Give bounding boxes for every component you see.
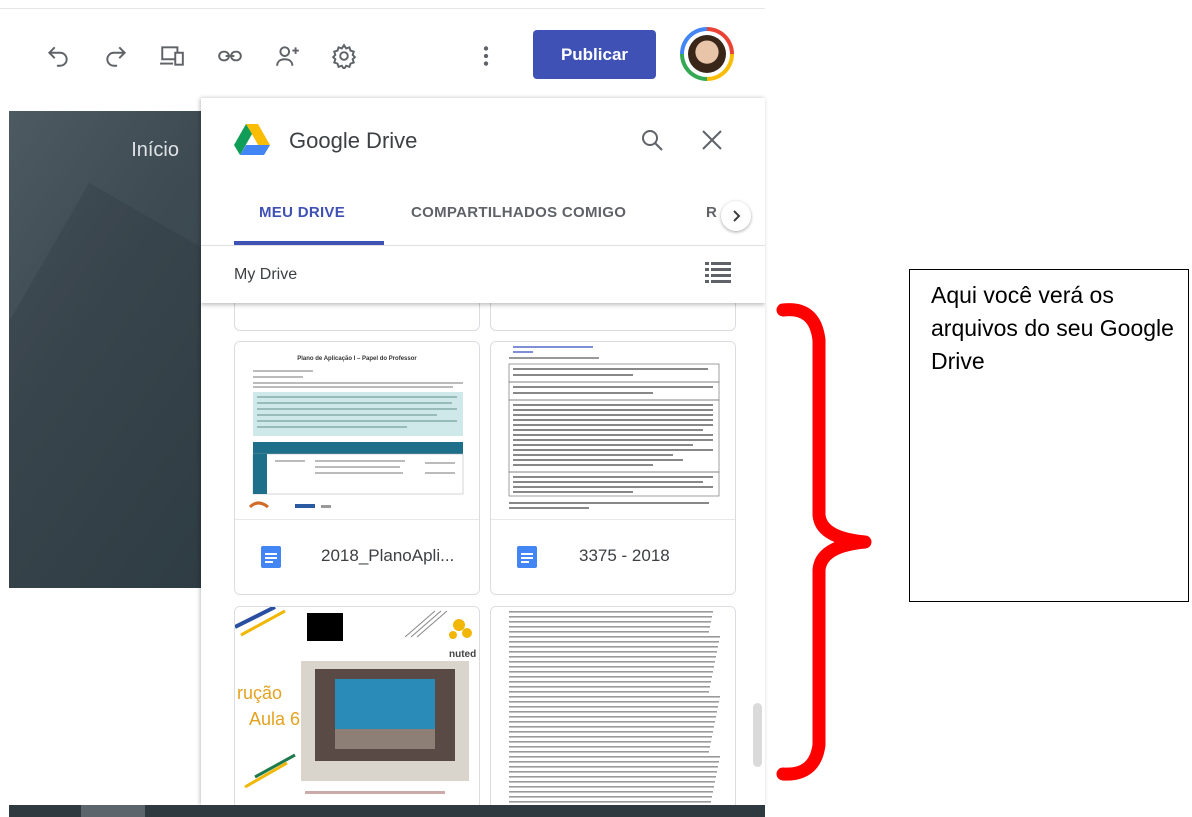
file-card[interactable]: nuted rução Aula 6 <box>234 606 480 805</box>
annotation-brace <box>776 303 872 781</box>
tabs-divider <box>201 245 765 246</box>
link-icon[interactable] <box>212 38 248 74</box>
thumb-text-2: Aula 6 <box>249 709 300 729</box>
google-drive-panel: Google Drive MEU DRIVE COMPARTILHADOS CO… <box>201 98 765 805</box>
annotation-callout: Aqui você verá os arquivos do seu Google… <box>909 269 1189 602</box>
google-docs-icon <box>261 546 281 568</box>
editor-toolbar: Publicar <box>0 0 765 100</box>
drive-panel-header: Google Drive MEU DRIVE COMPARTILHADOS CO… <box>201 98 765 303</box>
dense-document-preview <box>509 611 720 803</box>
file-thumbnail: nuted rução Aula 6 <box>235 607 479 805</box>
nav-item-inicio[interactable]: Início <box>131 139 179 162</box>
thumb-text-1: rução <box>237 683 282 703</box>
file-thumbnail <box>491 607 735 805</box>
file-thumbnail: Plano de Aplicação I – Papel do Professo… <box>235 342 479 520</box>
file-card-footer: 2018_PlanoApli... <box>235 519 479 594</box>
file-card[interactable] <box>490 606 736 805</box>
more-vert-icon[interactable] <box>468 38 504 74</box>
tab-meu-drive[interactable]: MEU DRIVE <box>259 204 345 221</box>
file-name: 3375 - 2018 <box>579 546 670 565</box>
file-thumbnail <box>491 342 735 520</box>
scrollbar[interactable] <box>753 703 762 767</box>
site-preview-background: Início <box>9 111 201 588</box>
tab-compartilhados-comigo[interactable]: COMPARTILHADOS COMIGO <box>411 204 626 221</box>
bottom-bar <box>9 805 765 817</box>
search-icon[interactable] <box>636 124 668 156</box>
avatar[interactable] <box>680 27 734 81</box>
google-drive-logo-icon <box>234 124 270 155</box>
file-grid: Plano de Aplicação I – Papel do Professo… <box>201 283 765 805</box>
thumb-title: Plano de Aplicação I – Papel do Professo… <box>297 356 417 362</box>
redo-icon[interactable] <box>98 38 134 74</box>
list-view-icon[interactable] <box>705 261 731 283</box>
file-card[interactable]: Plano de Aplicação I – Papel do Professo… <box>234 341 480 595</box>
annotation-text: Aqui você verá os arquivos do seu Google… <box>931 282 1174 374</box>
breadcrumb: My Drive <box>234 266 298 283</box>
preview-devices-icon[interactable] <box>154 38 190 74</box>
undo-icon[interactable] <box>40 38 76 74</box>
tab-third-partial[interactable]: R <box>706 204 717 221</box>
close-icon[interactable] <box>696 124 728 156</box>
chevron-right-icon <box>733 210 741 222</box>
add-person-icon[interactable] <box>270 38 306 74</box>
file-card[interactable]: 3375 - 2018 <box>490 341 736 595</box>
toolbar-top-divider <box>0 8 765 9</box>
file-name: 2018_PlanoApli... <box>321 546 455 565</box>
publish-button[interactable]: Publicar <box>533 30 656 79</box>
file-card-footer: 3375 - 2018 <box>491 519 735 594</box>
thumb-brand: nuted <box>449 649 476 660</box>
panel-title: Google Drive <box>289 128 418 153</box>
tabs-next-button[interactable] <box>721 201 751 231</box>
gear-icon[interactable] <box>326 38 362 74</box>
google-docs-icon <box>517 546 537 568</box>
